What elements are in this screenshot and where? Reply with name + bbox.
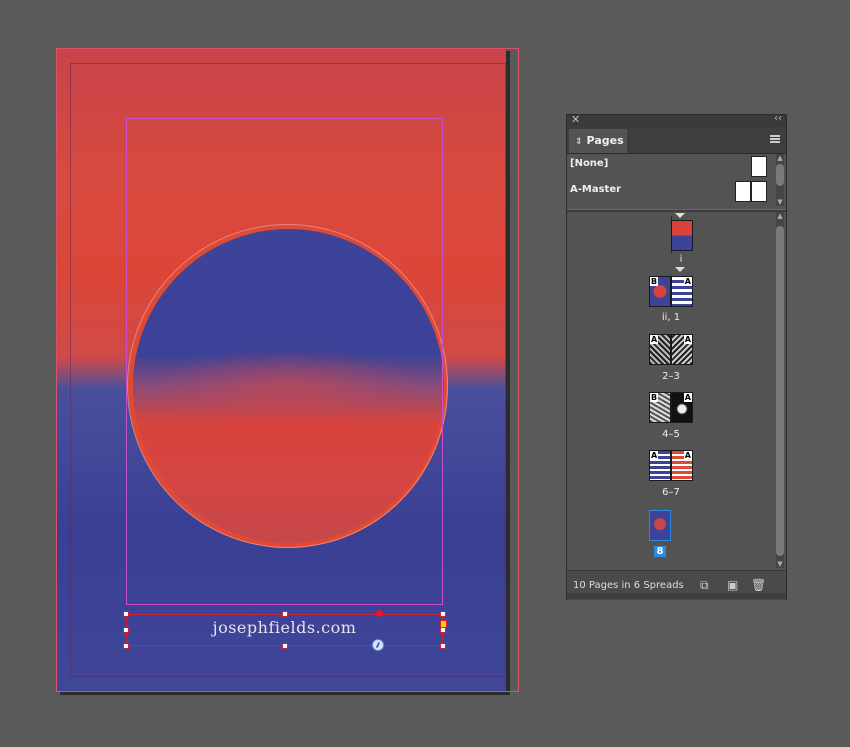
selection-handle-middle-left[interactable] — [123, 627, 129, 633]
delete-page-icon[interactable]: 🗑 — [751, 578, 766, 592]
collapse-icon[interactable]: ‹‹ — [774, 113, 782, 124]
pages-panel: ✕ ‹‹ ⇕ Pages [None] A-Master ▲ ▼ i B A ii… — [566, 113, 787, 600]
master-a-thumb-right[interactable] — [751, 181, 767, 202]
master-none-thumb[interactable] — [751, 156, 767, 177]
scroll-up-icon[interactable]: ▲ — [776, 154, 784, 162]
scroll-up-icon[interactable]: ▲ — [776, 212, 784, 220]
master-letter: A — [683, 335, 692, 344]
spread-label-ii-1[interactable]: ii, 1 — [641, 312, 701, 323]
master-letter: B — [650, 277, 659, 286]
section-start-icon — [675, 267, 685, 272]
tab-arrows-icon: ⇕ — [575, 137, 583, 147]
panel-tabbar: ⇕ Pages — [567, 127, 786, 154]
master-letter: A — [683, 393, 692, 402]
page-thumb-1[interactable]: A — [671, 276, 693, 307]
scroll-down-icon[interactable]: ▼ — [776, 198, 784, 206]
selection-handle-top-right[interactable] — [440, 611, 446, 617]
content-grabber-icon[interactable] — [372, 639, 384, 651]
master-letter: A — [683, 451, 692, 460]
page-thumb-7[interactable]: A — [671, 450, 693, 481]
master-letter: A — [650, 335, 659, 344]
master-letter: A — [683, 277, 692, 286]
panel-titlebar[interactable]: ✕ ‹‹ — [567, 113, 786, 127]
masters-scroll-thumb[interactable] — [776, 164, 784, 186]
selection-handle-top-middle[interactable] — [282, 611, 288, 617]
selection-handle-bottom-left[interactable] — [123, 643, 129, 649]
tab-pages-label: Pages — [586, 134, 624, 147]
master-a-label[interactable]: A-Master — [570, 184, 621, 195]
close-icon[interactable]: ✕ — [571, 113, 580, 126]
spread-label-6-7[interactable]: 6–7 — [641, 487, 701, 498]
page-thumb-8[interactable] — [649, 510, 671, 541]
circle-artwork[interactable] — [133, 229, 444, 543]
spread-label-8-wrap: 8 — [630, 546, 690, 557]
masters-scrollbar[interactable]: ▲ ▼ — [776, 154, 784, 206]
master-none-label[interactable]: [None] — [570, 158, 608, 169]
new-page-icon[interactable]: ▣ — [727, 578, 738, 592]
scroll-down-icon[interactable]: ▼ — [776, 560, 784, 568]
out-port-icon[interactable] — [440, 620, 447, 628]
url-text[interactable]: josephfields.com — [126, 614, 443, 642]
page-thumb-ii[interactable]: B — [649, 276, 671, 307]
page-count-status: 10 Pages in 6 Spreads — [573, 580, 684, 591]
live-corner-icon[interactable] — [376, 610, 383, 617]
edit-page-size-icon[interactable]: ⧉ — [700, 578, 709, 593]
spreads-area: i B A ii, 1 A A 2–3 B A 4–5 A A 6–7 8 ▲ … — [567, 212, 786, 570]
master-a-thumb-left[interactable] — [735, 181, 751, 202]
spread-label-2-3[interactable]: 2–3 — [641, 371, 701, 382]
page-thumb-2[interactable]: A — [649, 334, 671, 365]
master-letter: B — [650, 393, 659, 402]
spread-label-4-5[interactable]: 4–5 — [641, 429, 701, 440]
page-thumb-5[interactable]: A — [671, 392, 693, 423]
masters-section: [None] A-Master ▲ ▼ — [567, 154, 786, 210]
page-thumb-6[interactable]: A — [649, 450, 671, 481]
spreads-scroll-thumb[interactable] — [776, 226, 784, 556]
page-thumb-i[interactable] — [671, 220, 693, 251]
spread-label-8[interactable]: 8 — [653, 546, 667, 557]
selection-handle-bottom-middle[interactable] — [282, 643, 288, 649]
selection-handle-top-left[interactable] — [123, 611, 129, 617]
spread-label-i[interactable]: i — [651, 254, 711, 265]
selection-handle-bottom-right[interactable] — [440, 643, 446, 649]
master-letter: A — [650, 451, 659, 460]
tab-pages[interactable]: ⇕ Pages — [569, 129, 627, 153]
page-thumb-3[interactable]: A — [671, 334, 693, 365]
section-start-icon — [675, 213, 685, 218]
spreads-scrollbar[interactable]: ▲ ▼ — [776, 212, 784, 568]
panel-menu-icon[interactable] — [770, 135, 780, 143]
page-thumb-4[interactable]: B — [649, 392, 671, 423]
panel-resize-grip[interactable] — [567, 593, 786, 599]
